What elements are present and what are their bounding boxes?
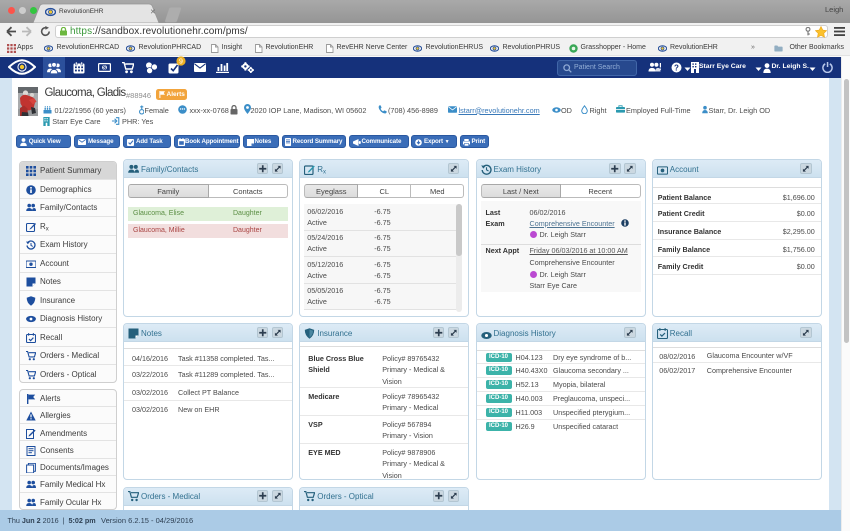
svg-text:9: 9 [179,58,183,65]
svg-text:$: $ [102,65,105,71]
svg-text:?: ? [674,63,679,72]
